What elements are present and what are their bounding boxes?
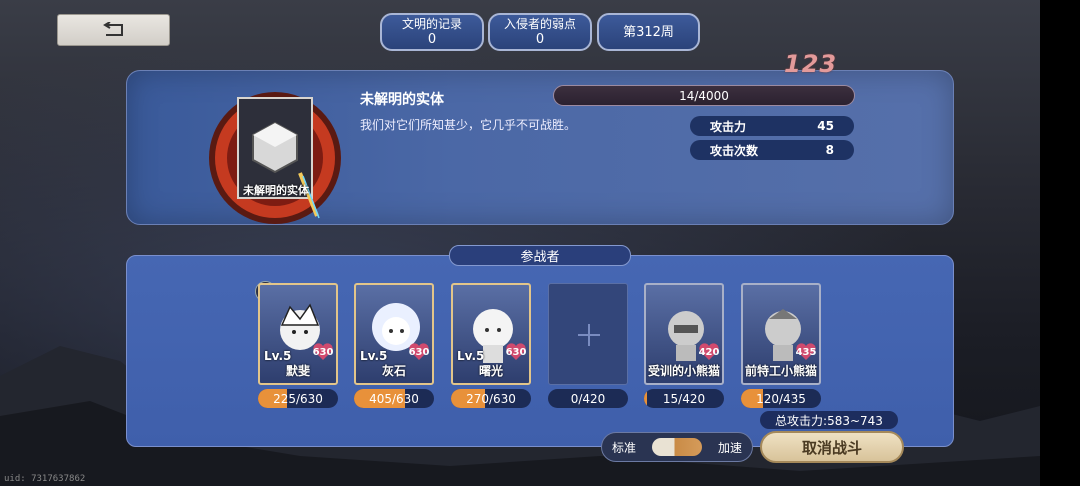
member-name: 默斐 — [285, 364, 310, 378]
hp-text: 120/435 — [756, 391, 806, 406]
affection-value: 630 — [408, 346, 430, 358]
attack-stat: 攻击力 45 — [690, 116, 854, 136]
back-button[interactable] — [57, 14, 170, 46]
boss-emblem[interactable] — [205, 88, 345, 228]
member-card-5[interactable]: 420 受训的小熊猫 — [644, 283, 724, 385]
affection-value: 630 — [505, 346, 527, 358]
member-hp-2: 405/630 — [354, 389, 434, 408]
civilization-record-pill[interactable]: 文明的记录 0 — [380, 13, 484, 51]
member-hp-6: 120/435 — [741, 389, 821, 408]
stat-label: 攻击次数 — [710, 143, 759, 158]
cancel-battle-button[interactable]: 取消战斗 — [760, 431, 904, 463]
pill-label: 文明的记录 — [401, 17, 462, 31]
speed-toggle[interactable]: 标准 加速 — [601, 432, 753, 462]
boss-card-label: 未解明的实体 — [243, 184, 309, 197]
hp-text: 270/630 — [466, 391, 516, 406]
affection-heart: 630 — [312, 343, 334, 361]
boss-hp-text: 14/4000 — [679, 88, 729, 103]
pill-label: 入侵者的弱点 — [503, 17, 576, 31]
member-card-2[interactable]: Lv.5 630 灰石 — [354, 283, 434, 385]
affection-value: 420 — [698, 346, 720, 358]
affection-heart: 420 — [698, 343, 720, 361]
participants-title: 参战者 — [449, 245, 631, 266]
stat-value: 8 — [825, 143, 834, 157]
week-label: 第312周 — [623, 24, 674, 40]
affection-value: 630 — [312, 346, 334, 358]
affection-heart: 630 — [408, 343, 430, 361]
member-hp-5: 15/420 — [644, 389, 724, 408]
score-counter: 123 — [784, 50, 838, 78]
hp-text: 225/630 — [273, 391, 323, 406]
member-card-1[interactable]: Lv.5 630 默斐 — [258, 283, 338, 385]
invader-weakness-pill[interactable]: 入侵者的弱点 0 — [488, 13, 592, 51]
member-hp-4: 0/420 — [548, 389, 628, 408]
boss-hp-bar: 14/4000 — [553, 85, 855, 106]
affection-heart: 630 — [505, 343, 527, 361]
attack-count-stat: 攻击次数 8 — [690, 140, 854, 160]
member-level: Lv.5 — [457, 349, 485, 363]
member-name: 前特工小熊猫 — [744, 364, 817, 378]
member-level: Lv.5 — [360, 349, 388, 363]
member-hp-3: 270/630 — [451, 389, 531, 408]
member-level: Lv.5 — [264, 349, 292, 363]
member-name: 曙光 — [478, 364, 503, 378]
total-attack: 总攻击力:583~743 — [760, 411, 898, 429]
hp-text: 0/420 — [570, 391, 606, 406]
affection-heart: 435 — [795, 343, 817, 361]
return-arrow-icon — [102, 22, 123, 36]
member-card-6[interactable]: 435 前特工小熊猫 — [741, 283, 821, 385]
user-id: uid: 7317637862 — [4, 474, 86, 484]
boss-name: 未解明的实体 — [360, 92, 444, 108]
stat-label: 攻击力 — [710, 119, 747, 134]
member-hp-1: 225/630 — [258, 389, 338, 408]
stat-value: 45 — [817, 119, 834, 133]
pill-value: 0 — [535, 32, 545, 47]
plus-icon — [578, 324, 600, 346]
pill-value: 0 — [427, 32, 437, 47]
member-name: 灰石 — [381, 364, 406, 378]
hp-fill — [644, 389, 647, 408]
empty-slot-card[interactable] — [548, 283, 628, 385]
speed-normal-label: 标准 — [612, 440, 637, 455]
hp-text: 405/630 — [369, 391, 419, 406]
speed-switch[interactable] — [652, 438, 702, 456]
week-pill[interactable]: 第312周 — [597, 13, 700, 51]
member-card-3[interactable]: Lv.5 630 曙光 — [451, 283, 531, 385]
member-name: 受训的小熊猫 — [647, 364, 720, 378]
hp-text: 15/420 — [662, 391, 706, 406]
boss-description: 我们对它们所知甚少，它几乎不可战胜。 — [360, 118, 577, 132]
speed-fast-label: 加速 — [717, 440, 742, 455]
affection-value: 435 — [795, 346, 817, 358]
